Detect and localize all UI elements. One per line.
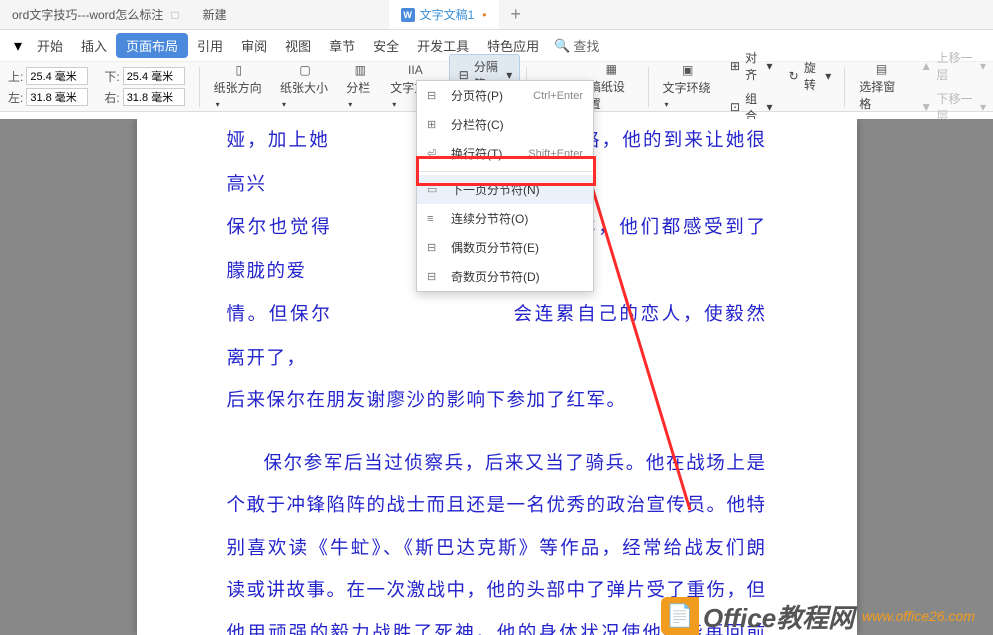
section-break-icon: ⊟: [427, 270, 443, 283]
search-icon: 🔍: [554, 38, 570, 54]
menu-reference[interactable]: 引用: [188, 30, 232, 61]
item-label: 分页符(P): [451, 87, 503, 104]
margin-bottom-label: 下:: [104, 68, 119, 85]
item-label: 连续分节符(O): [451, 210, 528, 227]
column-break-item[interactable]: ⊞ 分栏符(C): [417, 110, 593, 139]
menu-security[interactable]: 安全: [364, 30, 408, 61]
watermark-url: www.office26.com: [862, 608, 975, 624]
selection-pane-button[interactable]: ▤选择窗格: [851, 66, 912, 107]
section-break-icon: ≡: [427, 213, 443, 225]
item-label: 换行符(T): [451, 145, 502, 162]
margin-left-right: 下: 右:: [96, 67, 192, 106]
page-break-item[interactable]: ⊟ 分页符(P) Ctrl+Enter: [417, 81, 593, 110]
rotate-icon: ↻: [787, 68, 801, 84]
item-label: 下一页分节符(N): [451, 181, 540, 198]
text-wrap-button[interactable]: ▣文字环绕▾: [655, 66, 721, 107]
menu-dropdown-icon[interactable]: ▾: [8, 36, 28, 56]
combine-icon: ⊡: [728, 99, 742, 115]
shortcut: Ctrl+Enter: [533, 90, 583, 102]
menu-insert[interactable]: 插入: [72, 30, 116, 61]
line-break-icon: ⏎: [427, 147, 443, 160]
paragraph-3[interactable]: 情。但保尔会连累自己的恋人，使毅然离开了，: [227, 293, 767, 380]
menu-start[interactable]: 开始: [28, 30, 72, 61]
close-icon[interactable]: □: [171, 8, 178, 22]
btn-label: 分栏: [346, 81, 370, 95]
columns-button[interactable]: ▥分栏▾: [338, 66, 382, 107]
margin-left-input[interactable]: [26, 88, 88, 106]
breaks-dropdown: ⊟ 分页符(P) Ctrl+Enter ⊞ 分栏符(C) ⏎ 换行符(T) Shift+E…: [416, 80, 594, 292]
page-break-icon: ⊟: [427, 89, 443, 102]
btn-label: 旋转: [804, 59, 825, 93]
btn-label: 选择窗格: [859, 78, 904, 112]
tab-new[interactable]: 新建: [191, 0, 239, 29]
search-label: 查找: [573, 36, 599, 55]
menu-chapter[interactable]: 章节: [320, 30, 364, 61]
margin-left-label: 左:: [8, 89, 23, 106]
move-up-icon: ▲: [919, 58, 934, 74]
align-icon: ⊞: [728, 58, 742, 74]
paper-size-icon: ▢: [295, 63, 315, 77]
section-break-icon: ⊟: [427, 241, 443, 254]
btn-label: 上移一层: [936, 49, 980, 83]
margin-bottom-input[interactable]: [123, 67, 185, 85]
word-doc-icon: W: [401, 8, 415, 22]
margin-right-label: 右:: [104, 89, 119, 106]
settings-icon: ▦: [601, 62, 621, 76]
line-break-item[interactable]: ⏎ 换行符(T) Shift+Enter: [417, 139, 593, 168]
item-label: 奇数页分节符(D): [451, 268, 540, 285]
wrap-icon: ▣: [678, 63, 698, 77]
align-button[interactable]: ⊞对齐▾: [721, 46, 780, 86]
item-label: 分栏符(C): [451, 116, 504, 133]
margin-top-input[interactable]: [26, 67, 88, 85]
rotate-button[interactable]: ↻旋转▾: [780, 56, 839, 96]
btn-label: 纸张方向: [214, 81, 262, 95]
menu-page-layout[interactable]: 页面布局: [116, 33, 188, 58]
margin-top-bottom: 上: 左:: [0, 67, 96, 106]
text-direction-icon: IIA: [405, 63, 425, 77]
paragraph-4[interactable]: 后来保尔在朋友谢廖沙的影响下参加了红军。: [227, 380, 767, 423]
paper-size-button[interactable]: ▢纸张大小▾: [272, 66, 338, 107]
odd-page-section-break-item[interactable]: ⊟ 奇数页分节符(D): [417, 262, 593, 291]
item-label: 偶数页分节符(E): [451, 239, 539, 256]
columns-icon: ▥: [350, 63, 370, 77]
btn-label: 对齐: [745, 49, 766, 83]
move-up-button[interactable]: ▲上移一层▾: [912, 46, 993, 86]
tab-add-button[interactable]: +: [499, 4, 534, 25]
tab-label: 新建: [203, 6, 227, 23]
menu-view[interactable]: 视图: [276, 30, 320, 61]
tab-doc-active[interactable]: W 文字文稿1 •: [389, 0, 499, 29]
btn-label: 文字环绕: [663, 81, 711, 95]
margin-top-label: 上:: [8, 68, 23, 85]
tab-doc-1[interactable]: ord文字技巧---word怎么标注 □: [0, 0, 191, 29]
menu-review[interactable]: 审阅: [232, 30, 276, 61]
btn-label: 稿纸设置: [589, 78, 634, 112]
watermark-logo-icon: 📄: [661, 597, 699, 635]
move-down-icon: ▼: [919, 99, 934, 115]
btn-label: 纸张大小: [280, 81, 328, 95]
even-page-section-break-item[interactable]: ⊟ 偶数页分节符(E): [417, 233, 593, 262]
unsaved-indicator: •: [482, 8, 486, 22]
separator: [417, 171, 593, 172]
paper-orientation-button[interactable]: ▯纸张方向▾: [206, 66, 272, 107]
watermark-brand: Office教程网: [703, 598, 854, 635]
next-page-section-break-item[interactable]: ▭ 下一页分节符(N): [417, 175, 593, 204]
shortcut: Shift+Enter: [528, 148, 583, 160]
tab-label: 文字文稿1: [420, 6, 475, 23]
tab-bar: ord文字技巧---word怎么标注 □ 新建 W 文字文稿1 • +: [0, 0, 993, 30]
search-button[interactable]: 🔍 查找: [554, 36, 599, 55]
section-break-icon: ▭: [427, 183, 443, 196]
tab-label: ord文字技巧---word怎么标注: [12, 6, 163, 23]
continuous-section-break-item[interactable]: ≡ 连续分节符(O): [417, 204, 593, 233]
column-break-icon: ⊞: [427, 118, 443, 131]
watermark: 📄 Office教程网 www.office26.com: [661, 597, 975, 635]
pane-icon: ▤: [872, 62, 892, 76]
orientation-icon: ▯: [229, 63, 249, 77]
margin-right-input[interactable]: [123, 88, 185, 106]
